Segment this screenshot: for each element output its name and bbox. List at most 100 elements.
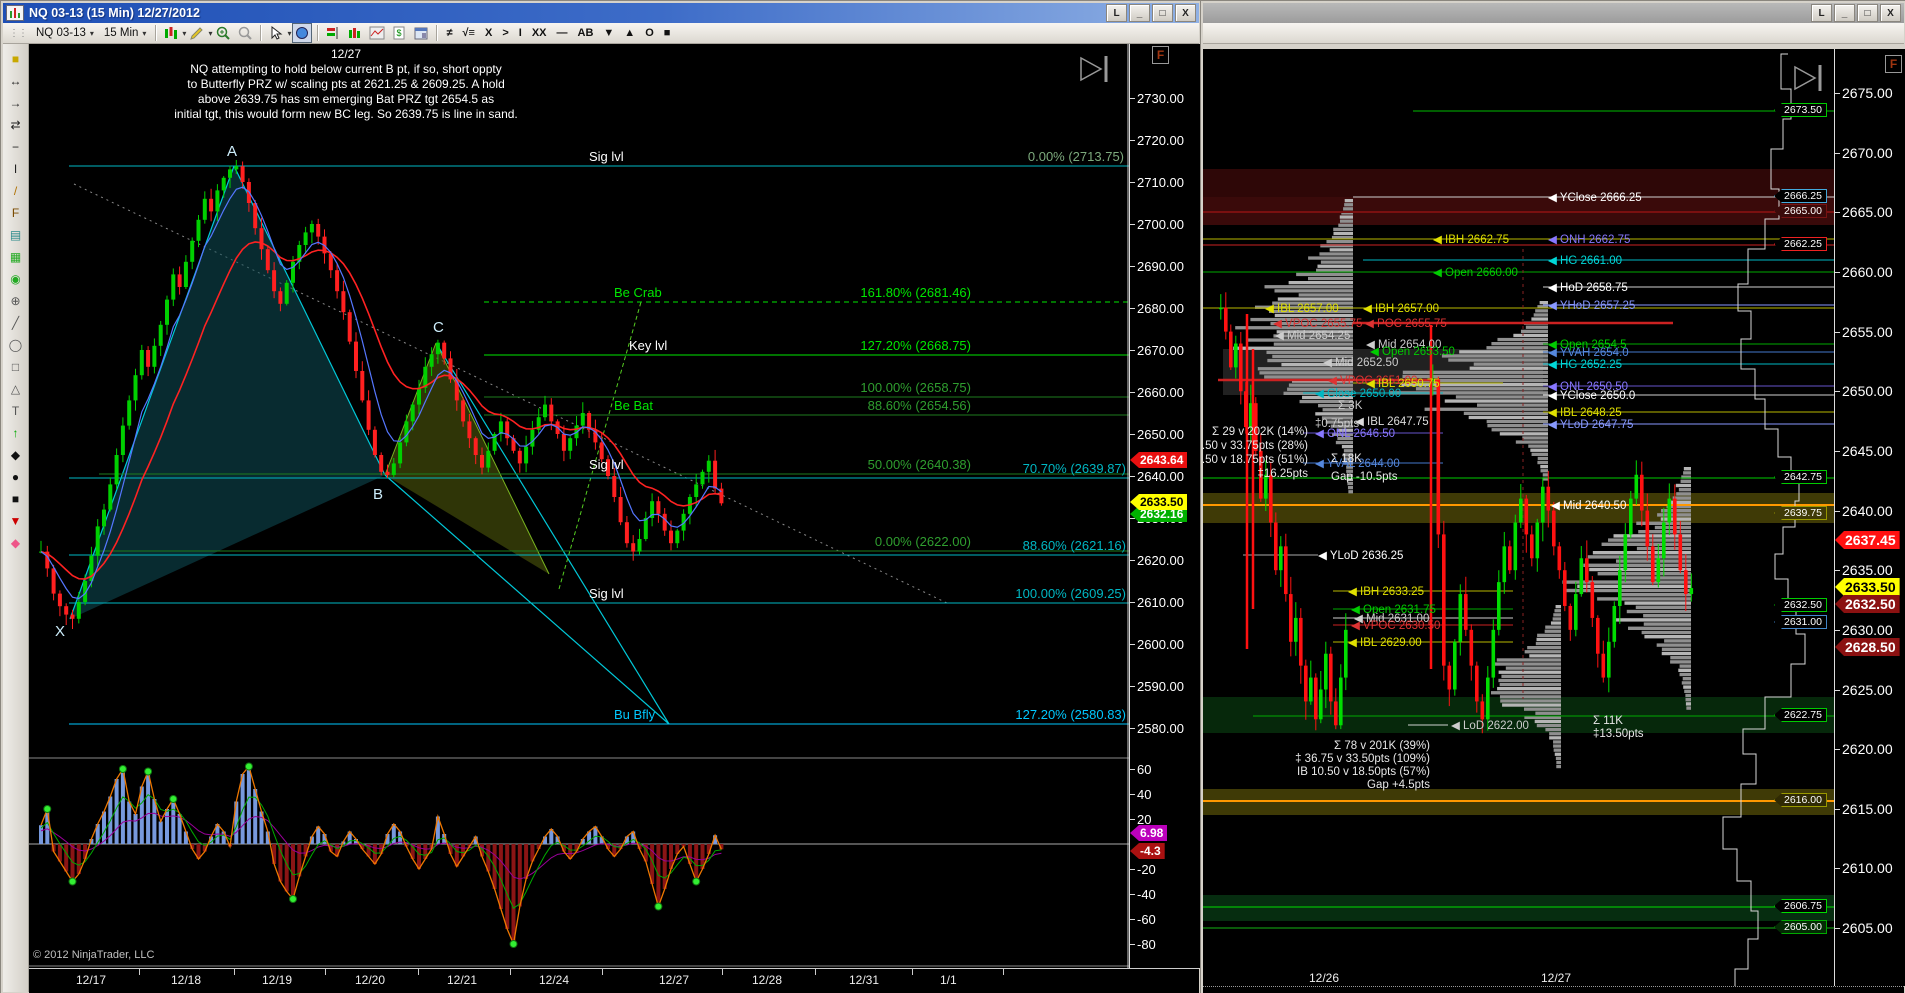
maximize-button[interactable]: □ — [1857, 4, 1878, 22]
zoom-in-button[interactable] — [213, 23, 233, 43]
right-price-axis[interactable]: F2675.002670.002665.002660.002655.002650… — [1834, 49, 1905, 986]
tool-icon[interactable]: ↑ — [5, 422, 27, 444]
focus-marker[interactable]: F — [1152, 46, 1169, 64]
svg-text:◀ VPOC 2655.75: ◀ VPOC 2655.75 — [1273, 318, 1362, 330]
tool-icon[interactable]: △ — [5, 378, 27, 400]
draw-tool-button[interactable] — [187, 23, 207, 43]
zoom-out-button[interactable] — [235, 23, 255, 43]
indicator-tick: -40 — [1137, 887, 1156, 902]
svg-text:◀ YLoD 2647.75: ◀ YLoD 2647.75 — [1548, 419, 1633, 431]
drawing-glyph-button[interactable]: ▲ — [619, 27, 640, 39]
left-window-titlebar[interactable]: NQ 03-13 (15 Min) 12/27/2012 L_□X — [3, 3, 1199, 23]
date-label: 12/26 — [1309, 971, 1339, 985]
tool-icon[interactable]: ◆ — [5, 532, 27, 554]
tool-icon[interactable]: ▤ — [5, 224, 27, 246]
instrument-selector[interactable]: NQ 03-13▾ — [31, 25, 99, 41]
tool-icon[interactable]: ◯ — [5, 334, 27, 356]
drawing-glyph-button[interactable]: I — [514, 27, 527, 39]
cursor-tool-button[interactable] — [266, 23, 286, 43]
drawing-glyph-button[interactable]: > — [497, 27, 513, 39]
indicator-panel[interactable] — [29, 756, 1129, 968]
indicator-tick: -20 — [1137, 862, 1156, 877]
price-tick: 2610.00 — [1842, 860, 1893, 876]
level-badge: 2666.25 — [1774, 189, 1827, 203]
layout-button[interactable]: L — [1106, 4, 1127, 22]
date-label: 12/20 — [355, 973, 385, 987]
indicator-tick: -80 — [1137, 937, 1156, 952]
tool-icon[interactable]: □ — [5, 356, 27, 378]
drawing-glyph-button[interactable]: O — [640, 27, 659, 39]
tool-icon[interactable]: ● — [5, 466, 27, 488]
interval-selector[interactable]: 15 Min▾ — [99, 25, 152, 41]
svg-text:◀ VPOC 2630.50: ◀ VPOC 2630.50 — [1351, 620, 1440, 632]
close-button[interactable]: X — [1880, 4, 1901, 22]
indicator-badge: -4.3 — [1130, 843, 1165, 859]
drawing-glyph-button[interactable]: — — [552, 27, 573, 39]
drawing-glyph-button[interactable]: √≡ — [458, 27, 480, 39]
pan-tool-button[interactable] — [292, 23, 312, 43]
close-button[interactable]: X — [1175, 4, 1196, 22]
date-label: 1/1 — [940, 973, 957, 987]
market-analyzer-button[interactable] — [345, 23, 365, 43]
profile-chart[interactable]: ◀ YClose 2666.25◀ IBH 2662.75◀ ONH 2662.… — [1203, 49, 1834, 986]
svg-text:◀ Mid 2652.50: ◀ Mid 2652.50 — [1323, 357, 1398, 369]
tool-icon[interactable]: T — [5, 400, 27, 422]
svg-text:Σ 18K: Σ 18K — [1331, 453, 1362, 465]
tool-icon[interactable]: F — [5, 202, 27, 224]
drawing-glyph-button[interactable]: ≠ — [441, 27, 457, 39]
chevron-down-icon[interactable]: ▾ — [208, 29, 212, 38]
price-chart[interactable]: Sig lvl0.00% (2713.75)Be Crab161.80% (26… — [29, 44, 1129, 756]
chevron-down-icon[interactable]: ▾ — [287, 29, 291, 38]
annotation-line: to Butterfly PRZ w/ scaling pts at 2621.… — [116, 77, 576, 92]
svg-text:B: B — [373, 486, 383, 503]
svg-text:70.70% (2639.87): 70.70% (2639.87) — [1023, 461, 1126, 476]
account-data-button[interactable]: $ — [389, 23, 409, 43]
tool-icon[interactable]: ■ — [5, 488, 27, 510]
tool-icon[interactable]: ╱ — [5, 312, 27, 334]
date-label: 12/19 — [262, 973, 292, 987]
toolbar-grip[interactable]: ⋮⋮ — [9, 28, 27, 39]
tool-icon[interactable]: / — [5, 180, 27, 202]
calendar-button[interactable] — [411, 23, 431, 43]
toolbar-separator — [317, 25, 318, 41]
chevron-down-icon[interactable]: ▾ — [182, 29, 186, 38]
tool-icon[interactable]: ▦ — [5, 246, 27, 268]
drawing-glyph-button[interactable]: XX — [527, 27, 552, 39]
level-badge: 2673.50 — [1774, 103, 1827, 117]
maximize-button[interactable]: □ — [1152, 4, 1173, 22]
tool-icon[interactable]: ▼ — [5, 510, 27, 532]
tool-icon[interactable]: ◉ — [5, 268, 27, 290]
tool-icon[interactable]: ■ — [5, 48, 27, 70]
tool-icon[interactable]: − — [5, 136, 27, 158]
drawing-glyph-button[interactable]: ▼ — [598, 27, 619, 39]
chart-style-button[interactable] — [161, 23, 181, 43]
drawing-glyph-button[interactable]: ■ — [659, 27, 676, 39]
drawing-glyph-button[interactable]: AB — [573, 27, 599, 39]
left-price-axis[interactable]: F2730.002720.002710.002700.002690.002680… — [1129, 44, 1200, 756]
level-badge: 2632.50 — [1774, 598, 1827, 612]
right-window-titlebar[interactable]: L_□X — [1203, 3, 1904, 23]
mini-chart-button[interactable] — [367, 23, 387, 43]
svg-text:◀ IBL 2657.00: ◀ IBL 2657.00 — [1265, 303, 1339, 315]
tool-icon[interactable]: ↔ — [5, 70, 27, 92]
desktop: NQ 03-13 (15 Min) 12/27/2012 L_□X ⋮⋮ NQ 0… — [0, 0, 1905, 993]
price-tick: 2720.00 — [1137, 133, 1184, 148]
svg-text:Σ 3K: Σ 3K — [1338, 400, 1363, 412]
indicator-axis[interactable]: 604020-20-40-60-806.98-4.3 — [1129, 756, 1200, 968]
tool-icon[interactable]: ◆ — [5, 444, 27, 466]
tool-icon[interactable]: ⇄ — [5, 114, 27, 136]
tool-icon[interactable]: → — [5, 92, 27, 114]
price-badge: 2633.50 — [1130, 494, 1187, 510]
indicator-tick: 20 — [1137, 812, 1151, 827]
level-badge: 2662.25 — [1774, 237, 1827, 251]
tool-icon[interactable]: I — [5, 158, 27, 180]
tool-icon[interactable]: ⊕ — [5, 290, 27, 312]
focus-marker[interactable]: F — [1885, 55, 1902, 73]
layout-button[interactable]: L — [1811, 4, 1832, 22]
minimize-button[interactable]: _ — [1834, 4, 1855, 22]
svg-text:◀ YHoD 2657.25: ◀ YHoD 2657.25 — [1548, 300, 1635, 312]
chart-trader-button[interactable] — [323, 23, 343, 43]
minimize-button[interactable]: _ — [1129, 4, 1150, 22]
svg-text:‡ 9.50 v 33.75pts (28%): ‡ 9.50 v 33.75pts (28%) — [1203, 440, 1308, 452]
drawing-glyph-button[interactable]: X — [480, 27, 497, 39]
